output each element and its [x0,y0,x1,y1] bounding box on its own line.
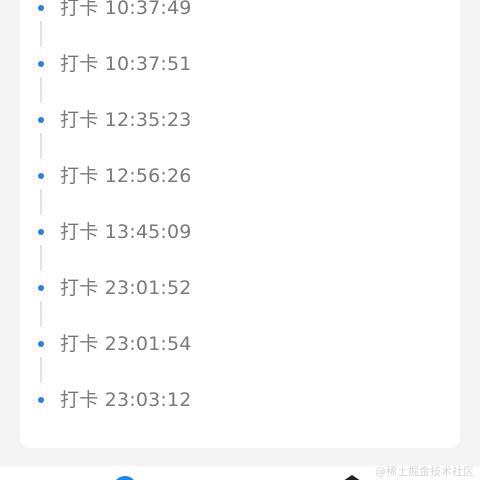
timeline-dot-icon [38,397,44,403]
checkin-action: 打卡 [60,221,99,243]
checkin-time: 12:35:23 [104,109,192,131]
checkin-label: 打卡 23:03:12 [60,389,192,411]
checkin-time: 12:56:26 [104,165,192,187]
checkin-action: 打卡 [60,333,99,355]
checkin-label: 打卡 10:37:49 [60,0,192,19]
timeline-entry: 打卡 23:01:52 [20,260,460,327]
checkin-action: 打卡 [60,53,99,75]
checkin-action: 打卡 [60,165,99,187]
timeline-dot-icon [38,61,44,67]
checkin-action: 打卡 [60,277,99,299]
checkin-label: 打卡 23:01:52 [60,277,192,299]
checkin-label: 打卡 23:01:54 [60,333,192,355]
timeline-entry: 打卡 23:03:12 [20,372,460,428]
checkin-time: 23:03:12 [104,389,192,411]
page: 打卡 10:37:49 打卡 10:37:51 打卡 12:35:23 打卡 1… [0,0,480,480]
timeline-dot-icon [38,173,44,179]
checkin-action: 打卡 [60,389,99,411]
tab-icon[interactable] [113,476,137,480]
tab-icon[interactable] [340,475,364,480]
timeline-entry: 打卡 10:37:49 [20,0,460,47]
timeline-dot-icon [38,117,44,123]
checkin-label: 打卡 12:56:26 [60,165,192,187]
checkin-action: 打卡 [60,109,99,131]
checkin-timeline: 打卡 10:37:49 打卡 10:37:51 打卡 12:35:23 打卡 1… [20,0,460,448]
timeline-dot-icon [38,5,44,11]
checkin-label: 打卡 13:45:09 [60,221,192,243]
timeline-entry: 打卡 23:01:54 [20,316,460,383]
checkin-record-card: 打卡 10:37:49 打卡 10:37:51 打卡 12:35:23 打卡 1… [20,0,460,448]
timeline-entry: 打卡 12:35:23 [20,92,460,159]
timeline-entry: 打卡 12:56:26 [20,148,460,215]
timeline-dot-icon [38,341,44,347]
timeline-dot-icon [38,285,44,291]
checkin-time: 23:01:54 [104,333,192,355]
checkin-label: 打卡 10:37:51 [60,53,192,75]
checkin-action: 打卡 [60,0,99,19]
watermark: @稀土掘金技术社区 [375,465,474,478]
timeline-entry: 打卡 13:45:09 [20,204,460,271]
checkin-time: 13:45:09 [104,221,192,243]
checkin-time: 23:01:52 [104,277,192,299]
timeline-entry: 打卡 10:37:51 [20,36,460,103]
checkin-label: 打卡 12:35:23 [60,109,192,131]
checkin-time: 10:37:51 [104,53,192,75]
timeline-dot-icon [38,229,44,235]
checkin-time: 10:37:49 [104,0,192,19]
